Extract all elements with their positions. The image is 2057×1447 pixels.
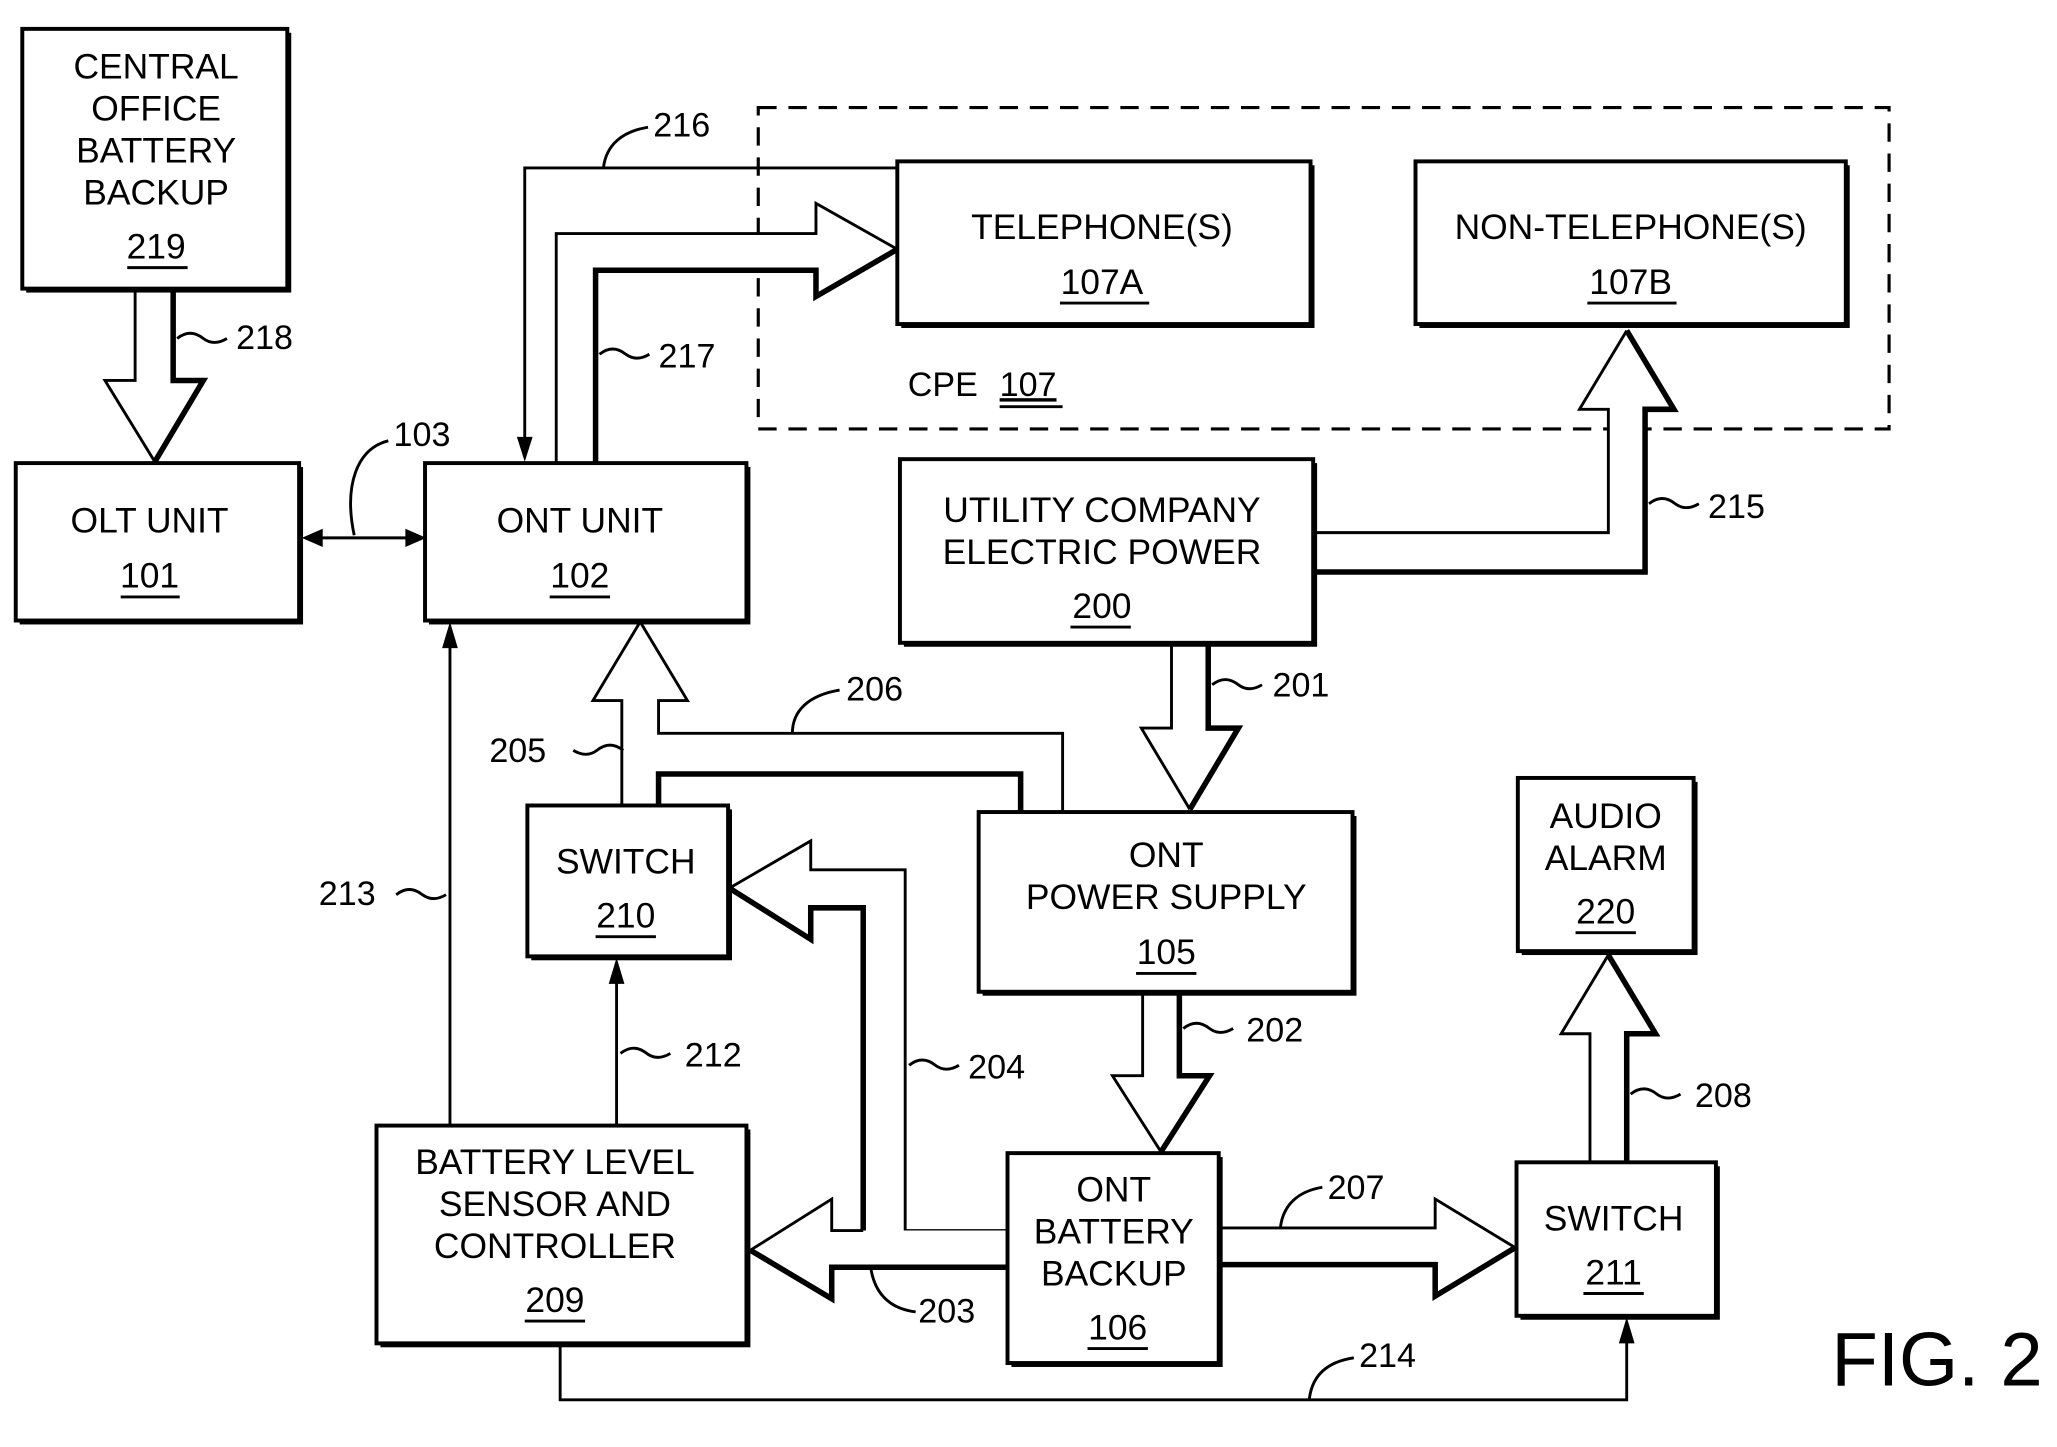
ref-201: 201 [1273, 667, 1330, 705]
ref-213: 213 [319, 875, 376, 913]
block-ref: 107B [1589, 262, 1672, 302]
connector-215: 215 [1315, 329, 1765, 575]
block-ref: 107A [1061, 262, 1144, 302]
cpe-ref: 107 [1000, 366, 1057, 404]
ref-206: 206 [846, 671, 903, 709]
block-line: BATTERY [76, 131, 236, 171]
block-line: OFFICE [91, 89, 221, 129]
block-telephones: TELEPHONE(S) 107A [895, 159, 1315, 328]
block-non-telephones: NON-TELEPHONE(S) 107B [1413, 159, 1850, 328]
ref-202: 202 [1246, 1012, 1303, 1050]
ref-203: 203 [918, 1292, 975, 1330]
block-battery-level-sensor-controller: BATTERY LEVEL SENSOR AND CONTROLLER 209 [374, 1123, 751, 1348]
block-line: CONTROLLER [434, 1226, 676, 1266]
block-line: SWITCH [556, 842, 696, 882]
ref-207: 207 [1328, 1169, 1385, 1207]
block-central-office-battery-backup: CENTRAL OFFICE BATTERY BACKUP 219 [20, 26, 292, 293]
ref-217: 217 [659, 337, 716, 375]
ref-103: 103 [394, 416, 451, 454]
block-line: BACKUP [83, 173, 229, 213]
block-line: NON-TELEPHONE(S) [1455, 207, 1807, 247]
figure-title: FIG. 2 [1831, 1317, 2042, 1402]
block-line: BATTERY LEVEL [415, 1142, 694, 1182]
block-line: AUDIO [1550, 796, 1662, 836]
connector-217: 217 [554, 200, 899, 462]
block-line: ELECTRIC POWER [943, 532, 1262, 572]
connector-208: 208 [1558, 953, 1752, 1163]
block-ref: 219 [127, 226, 186, 266]
connector-201: 201 [1138, 642, 1330, 811]
block-ont-battery-backup: ONT BATTERY BACKUP 106 [1005, 1151, 1223, 1367]
connector-218: 218 [102, 291, 293, 464]
block-ref: 106 [1088, 1307, 1147, 1347]
block-olt-unit: OLT UNIT 101 [13, 461, 304, 625]
block-line: TELEPHONE(S) [971, 207, 1233, 247]
block-ref: 105 [1137, 932, 1196, 972]
block-ref: 220 [1576, 892, 1635, 932]
block-ref: 102 [550, 556, 609, 596]
fig2-diagram: CPE 107 218 103 216 217 215 201 205 206 … [13, 26, 2043, 1402]
connector-213: 213 [319, 621, 458, 1126]
block-line: ONT [1076, 1170, 1151, 1210]
block-line: ONT UNIT [497, 501, 664, 541]
block-line: SENSOR AND [439, 1184, 671, 1224]
arrowhead-left [301, 528, 323, 548]
ref-218: 218 [236, 319, 293, 357]
block-ont-power-supply: ONT POWER SUPPLY 105 [976, 810, 1357, 996]
connector-205-206: 205 206 [489, 619, 1065, 811]
block-ref: 200 [1072, 586, 1131, 626]
block-audio-alarm: AUDIO ALARM 220 [1515, 775, 1698, 956]
ref-216: 216 [653, 106, 710, 144]
block-line: ALARM [1545, 838, 1667, 878]
block-line: SWITCH [1544, 1199, 1684, 1239]
block-ont-unit: ONT UNIT 102 [423, 461, 751, 625]
ref-204: 204 [968, 1048, 1025, 1086]
connector-212: 212 [608, 957, 742, 1126]
block-ref: 209 [525, 1280, 584, 1320]
ref-205: 205 [489, 732, 546, 770]
connector-202: 202 [1109, 994, 1303, 1154]
ref-215: 215 [1708, 488, 1765, 526]
cpe-label: CPE [908, 366, 978, 404]
block-line: UTILITY COMPANY [943, 490, 1260, 530]
block-utility-company-electric-power: UTILITY COMPANY ELECTRIC POWER 200 [897, 457, 1318, 647]
block-line: BACKUP [1041, 1254, 1187, 1294]
ref-212: 212 [685, 1037, 742, 1075]
block-line: BATTERY [1034, 1212, 1194, 1252]
ref-208: 208 [1695, 1077, 1752, 1115]
block-line: ONT [1129, 835, 1204, 875]
block-ref: 211 [1585, 1252, 1641, 1292]
block-line: POWER SUPPLY [1026, 877, 1307, 917]
block-switch-211: SWITCH 211 [1514, 1160, 1720, 1320]
ref-214: 214 [1359, 1337, 1416, 1375]
block-ref: 101 [120, 556, 179, 596]
block-switch-210: SWITCH 210 [525, 803, 733, 961]
block-ref: 210 [596, 895, 655, 935]
block-line: OLT UNIT [71, 501, 229, 541]
connector-207: 207 [1220, 1169, 1517, 1302]
block-line: CENTRAL [73, 47, 238, 87]
